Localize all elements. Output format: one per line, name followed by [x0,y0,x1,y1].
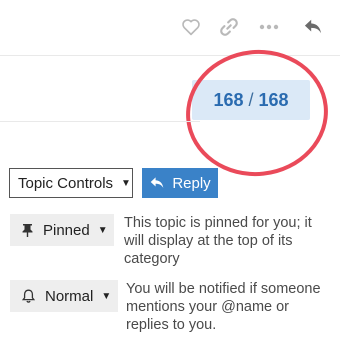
more-actions-button[interactable] [256,14,282,40]
caret-down-icon: ▼ [97,224,108,236]
progress-current: 168 [213,89,244,110]
progress-separator: / [248,89,254,110]
caret-down-icon: ▼ [121,177,131,189]
notification-level-label: Normal [45,287,94,305]
reply-arrow-icon [303,18,323,36]
like-button[interactable] [178,14,204,40]
pinned-label: Pinned [43,221,90,239]
pinned-description: This topic is pinned for you; it will di… [124,215,312,267]
footer-divider [0,121,200,122]
topic-controls-dropdown[interactable]: Topic Controls ▼ [9,168,133,198]
pin-icon [22,224,33,237]
caret-down-icon: ▼ [101,290,112,302]
topic-progress[interactable]: 168 / 168 [192,80,310,120]
heart-icon [181,18,201,36]
pinned-dropdown[interactable]: Pinned ▼ [10,214,114,246]
reply-label: Reply [172,174,211,192]
notification-level-dropdown[interactable]: Normal ▼ [10,280,118,312]
post-divider [0,55,340,56]
reply-icon [151,177,164,188]
notification-level-description: You will be notified if someone mentions… [126,281,321,333]
bell-icon [22,289,35,303]
reply-button[interactable]: Reply [142,168,218,198]
share-link-button[interactable] [216,14,242,40]
progress-total: 168 [258,89,289,110]
more-icon [259,24,279,30]
link-icon [219,17,239,37]
topic-controls-label: Topic Controls [18,174,114,192]
reply-to-post-button[interactable] [300,14,326,40]
